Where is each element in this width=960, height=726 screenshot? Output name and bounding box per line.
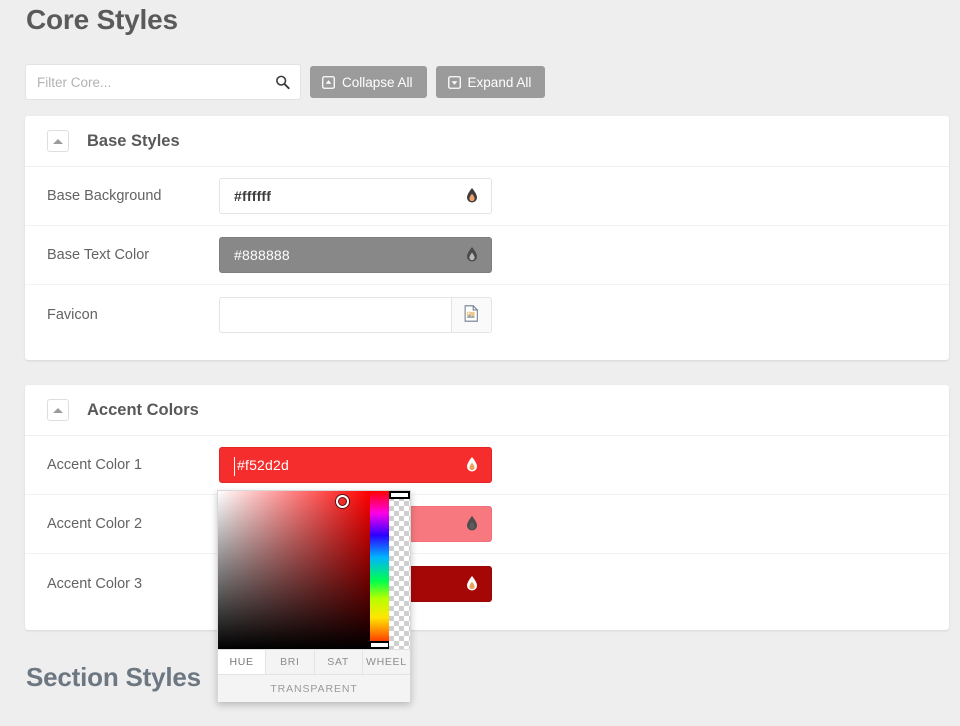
row-accent-color-2: Accent Color 2 bbox=[25, 495, 949, 554]
transparent-button[interactable]: TRANSPARENT bbox=[218, 674, 410, 702]
page-title: Core Styles bbox=[26, 4, 178, 35]
panel-accent-colors: Accent Colors Accent Color 1 #f52d2d Acc… bbox=[25, 385, 949, 630]
text-caret bbox=[234, 457, 235, 476]
favicon-upload-button[interactable] bbox=[451, 297, 491, 332]
row-label: Accent Color 2 bbox=[47, 516, 143, 532]
base-background-value: #ffffff bbox=[234, 188, 272, 204]
panel-collapse-toggle-accent[interactable] bbox=[47, 399, 69, 421]
color-picker-tabs: HUE BRI SAT WHEEL bbox=[218, 649, 410, 674]
caret-square-down-icon bbox=[447, 75, 461, 89]
tab-wheel[interactable]: WHEEL bbox=[362, 650, 410, 674]
tab-bri[interactable]: BRI bbox=[266, 650, 315, 674]
filter-field[interactable] bbox=[25, 64, 301, 100]
base-text-color-field[interactable]: #888888 bbox=[219, 237, 492, 273]
row-favicon: Favicon bbox=[25, 285, 949, 344]
panel-collapse-toggle-base[interactable] bbox=[47, 130, 69, 152]
accent-color-1-value: #f52d2d bbox=[237, 457, 290, 473]
tab-hue[interactable]: HUE bbox=[218, 650, 267, 674]
tint-droplet-icon[interactable] bbox=[466, 516, 479, 533]
toolbar: Collapse All Expand All bbox=[25, 64, 546, 100]
row-label: Accent Color 3 bbox=[47, 575, 143, 592]
row-accent-color-3: Accent Color 3 bbox=[25, 554, 949, 613]
alpha-slider-handle[interactable] bbox=[389, 491, 411, 499]
panel-title: Base Styles bbox=[87, 131, 180, 150]
accent-color-1-field[interactable]: #f52d2d bbox=[219, 447, 492, 483]
row-accent-color-1: Accent Color 1 #f52d2d bbox=[25, 436, 949, 495]
panel-title: Accent Colors bbox=[87, 400, 199, 419]
row-label: Accent Color 1 bbox=[47, 457, 143, 473]
base-text-color-value: #888888 bbox=[234, 247, 290, 263]
tint-droplet-icon[interactable] bbox=[466, 188, 479, 205]
tab-sat[interactable]: SAT bbox=[314, 650, 363, 674]
row-label: Favicon bbox=[47, 306, 98, 323]
caret-up-icon bbox=[53, 407, 63, 413]
panel-base-styles: Base Styles Base Background #ffffff Base… bbox=[25, 116, 949, 360]
row-base-text-color: Base Text Color #888888 bbox=[25, 226, 949, 285]
row-label: Base Background bbox=[47, 188, 162, 204]
expand-all-button[interactable]: Expand All bbox=[435, 66, 546, 98]
tint-droplet-icon[interactable] bbox=[466, 575, 479, 592]
collapse-all-label: Collapse All bbox=[342, 74, 413, 90]
filter-input[interactable] bbox=[26, 65, 300, 99]
base-background-color-field[interactable]: #ffffff bbox=[219, 178, 492, 214]
file-image-icon bbox=[464, 304, 479, 325]
favicon-input[interactable] bbox=[220, 297, 451, 332]
hue-slider-handle[interactable] bbox=[369, 641, 391, 649]
caret-square-up-icon bbox=[322, 75, 335, 89]
saturation-cursor[interactable] bbox=[336, 495, 349, 508]
core-styles-page: Core Styles Collapse All bbox=[0, 0, 960, 726]
panel-header: Base Styles bbox=[25, 116, 949, 167]
color-picker-canvas-area bbox=[218, 491, 411, 649]
row-label: Base Text Color bbox=[47, 247, 150, 263]
color-picker-popup[interactable]: HUE BRI SAT WHEEL TRANSPARENT bbox=[217, 490, 411, 702]
saturation-brightness-box[interactable] bbox=[218, 491, 371, 649]
expand-all-label: Expand All bbox=[467, 74, 532, 90]
favicon-field[interactable] bbox=[219, 296, 492, 333]
alpha-slider[interactable] bbox=[389, 491, 411, 649]
row-base-background: Base Background #ffffff bbox=[25, 167, 949, 226]
hue-slider[interactable] bbox=[369, 491, 391, 649]
collapse-all-button[interactable]: Collapse All bbox=[310, 66, 427, 98]
section-styles-heading: Section Styles bbox=[26, 662, 201, 692]
panel-header: Accent Colors bbox=[25, 385, 949, 436]
tint-droplet-icon[interactable] bbox=[466, 247, 479, 264]
caret-up-icon bbox=[53, 138, 63, 144]
tint-droplet-icon[interactable] bbox=[466, 457, 479, 474]
